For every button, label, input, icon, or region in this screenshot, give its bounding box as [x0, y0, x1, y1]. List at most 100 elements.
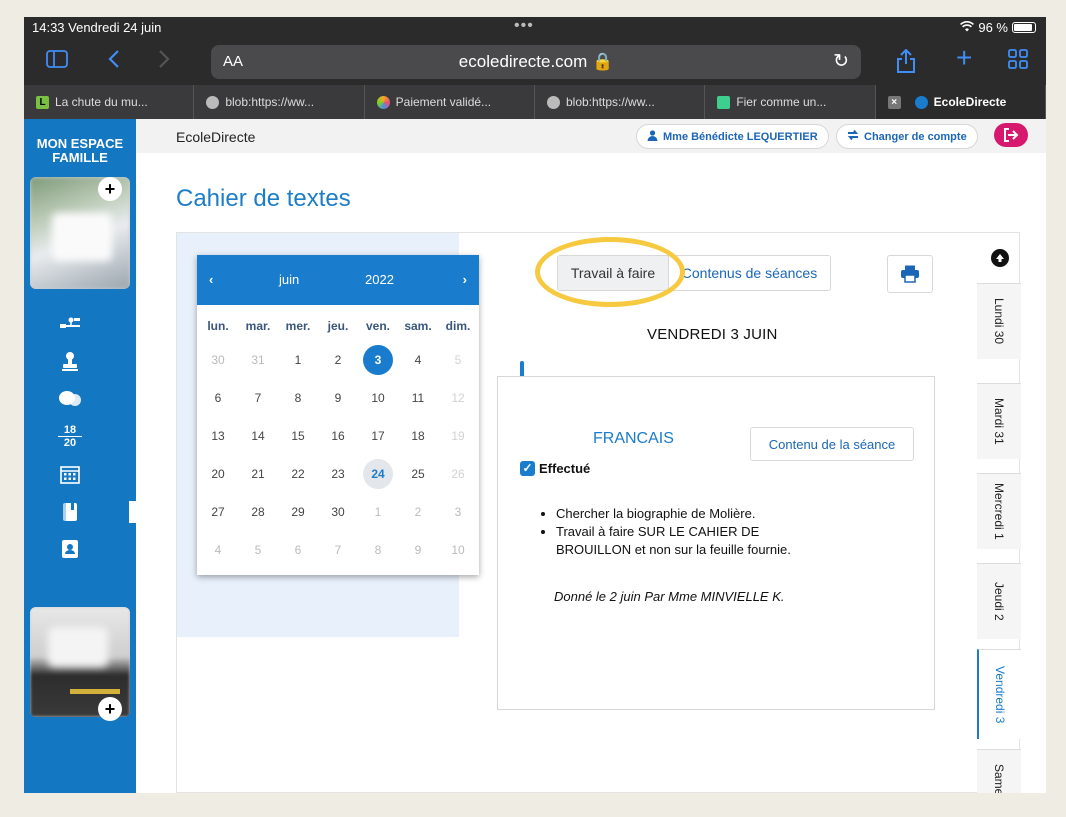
calendar-day[interactable]: 25	[398, 455, 438, 493]
contacts-book-icon[interactable]	[58, 539, 82, 564]
forward-icon[interactable]	[158, 49, 170, 74]
day-tab-active[interactable]: Vendredi 3	[977, 649, 1021, 739]
given-by-note: Donné le 2 juin Par Mme MINVIELLE K.	[554, 589, 785, 604]
calendar-day[interactable]: 5	[438, 341, 478, 379]
calendar-day[interactable]: 18	[398, 417, 438, 455]
calendar-day[interactable]: 16	[318, 417, 358, 455]
messages-icon[interactable]	[58, 389, 82, 414]
switch-account-button[interactable]: Changer de compte	[836, 124, 978, 149]
calendar-day[interactable]: 23	[318, 455, 358, 493]
calendar-day[interactable]: 28	[238, 493, 278, 531]
calendar-day[interactable]: 15	[278, 417, 318, 455]
calendar-icon[interactable]	[58, 464, 82, 489]
stamp-icon[interactable]	[58, 351, 82, 376]
calendar-day[interactable]: 2	[398, 493, 438, 531]
calendar-day[interactable]: 20	[198, 455, 238, 493]
sidebar-toggle-icon[interactable]	[46, 49, 68, 73]
calendar-day[interactable]: 1	[358, 493, 398, 531]
day-tab-label: Lundi 30	[992, 298, 1006, 345]
browser-tab[interactable]: L La chute du mu...	[24, 85, 195, 119]
calendar-day[interactable]: 6	[278, 531, 318, 569]
calendar-day[interactable]: 17	[358, 417, 398, 455]
calendar-day[interactable]: 21	[238, 455, 278, 493]
calendar-day[interactable]: 5	[238, 531, 278, 569]
calendar-day[interactable]: 9	[398, 531, 438, 569]
calendar-day[interactable]: 8	[278, 379, 318, 417]
calendar-day[interactable]: 4	[198, 531, 238, 569]
calendar-day[interactable]: 2	[318, 341, 358, 379]
calendar-day[interactable]: 14	[238, 417, 278, 455]
reload-icon[interactable]: ↻	[833, 50, 849, 73]
close-tab-icon[interactable]: ×	[887, 95, 901, 109]
calendar-day[interactable]: 4	[398, 341, 438, 379]
day-tab[interactable]: Lundi 30	[977, 283, 1021, 359]
calendar-day[interactable]: 3	[438, 493, 478, 531]
calendar-day[interactable]: 12	[438, 379, 478, 417]
calendar-day[interactable]: 7	[318, 531, 358, 569]
calendar-day[interactable]: 10	[358, 379, 398, 417]
day-tab[interactable]: Mercredi 1	[977, 473, 1021, 549]
calendar-day[interactable]: 27	[198, 493, 238, 531]
calendar-day[interactable]: 10	[438, 531, 478, 569]
calendar-day-number: 12	[451, 391, 465, 405]
grades-icon[interactable]: 18 20	[58, 424, 82, 449]
print-button[interactable]	[887, 255, 933, 293]
browser-chrome: 14:33 Vendredi 24 juin ••• 96 % AA ecole…	[24, 17, 1046, 119]
calendar-year[interactable]: 2022	[365, 272, 394, 287]
timeline-icon[interactable]	[58, 314, 82, 339]
calendar-day[interactable]: 1	[278, 341, 318, 379]
add-plus-icon[interactable]: +	[98, 697, 122, 721]
done-checkbox[interactable]: ✓	[520, 461, 535, 476]
browser-tab-active[interactable]: × EcoleDirecte	[875, 85, 1046, 119]
calendar-day[interactable]: 11	[398, 379, 438, 417]
done-row[interactable]: ✓ Effectué	[520, 461, 590, 476]
calendar-day[interactable]: 9	[318, 379, 358, 417]
day-tab[interactable]: Same	[977, 749, 1021, 793]
calendar-day[interactable]: 29	[278, 493, 318, 531]
previous-month-button[interactable]: ‹	[209, 272, 213, 287]
scroll-up-button[interactable]	[991, 249, 1009, 267]
browser-tab[interactable]: Paiement validé...	[365, 85, 535, 119]
browser-toolbar: AA ecoledirecte.com 🔒 ↻ +	[24, 39, 1046, 85]
calendar-day[interactable]: 3	[358, 341, 398, 379]
day-tab[interactable]: Jeudi 2	[977, 563, 1021, 639]
share-icon[interactable]	[896, 48, 916, 78]
tab-session-contents[interactable]: Contenus de séances	[668, 256, 830, 290]
calendar-day[interactable]: 24	[358, 455, 398, 493]
session-content-button[interactable]: Contenu de la séance	[750, 427, 914, 461]
logout-button[interactable]	[994, 123, 1028, 147]
tab-favicon: L	[36, 95, 49, 109]
calendar-day[interactable]: 30	[198, 341, 238, 379]
browser-tab[interactable]: blob:https://ww...	[194, 85, 365, 119]
back-icon[interactable]	[108, 49, 120, 74]
tab-overview-icon[interactable]	[1008, 49, 1028, 74]
browser-tab[interactable]: blob:https://ww...	[535, 85, 706, 119]
calendar-day[interactable]: 13	[198, 417, 238, 455]
homework-book-icon[interactable]	[58, 502, 82, 527]
calendar-day[interactable]: 6	[198, 379, 238, 417]
calendar-day[interactable]: 7	[238, 379, 278, 417]
logout-icon	[1004, 128, 1019, 142]
user-icon	[647, 129, 658, 144]
multitask-dots[interactable]: •••	[514, 17, 534, 35]
calendar-day-number: 3	[363, 345, 393, 375]
calendar-day[interactable]: 31	[238, 341, 278, 379]
next-month-button[interactable]: ›	[463, 272, 467, 287]
day-tab[interactable]: Mardi 31	[977, 383, 1021, 459]
wifi-icon	[960, 20, 975, 35]
address-bar[interactable]: AA ecoledirecte.com 🔒 ↻	[211, 45, 861, 79]
calendar-day[interactable]: 19	[438, 417, 478, 455]
calendar-day-number: 6	[294, 543, 302, 557]
browser-tab[interactable]: Fier comme un...	[705, 85, 876, 119]
calendar-day[interactable]: 8	[358, 531, 398, 569]
site-name[interactable]: EcoleDirecte	[176, 129, 255, 145]
new-tab-icon[interactable]: +	[956, 44, 972, 72]
calendar-day-number: 9	[334, 391, 342, 405]
calendar-day[interactable]: 26	[438, 455, 478, 493]
calendar-day-number: 8	[374, 543, 382, 557]
user-account-pill[interactable]: Mme Bénédicte LEQUERTIER	[636, 124, 829, 149]
calendar-day[interactable]: 22	[278, 455, 318, 493]
add-plus-icon[interactable]: +	[98, 177, 122, 201]
calendar-day[interactable]: 30	[318, 493, 358, 531]
calendar-month[interactable]: juin	[279, 272, 299, 287]
